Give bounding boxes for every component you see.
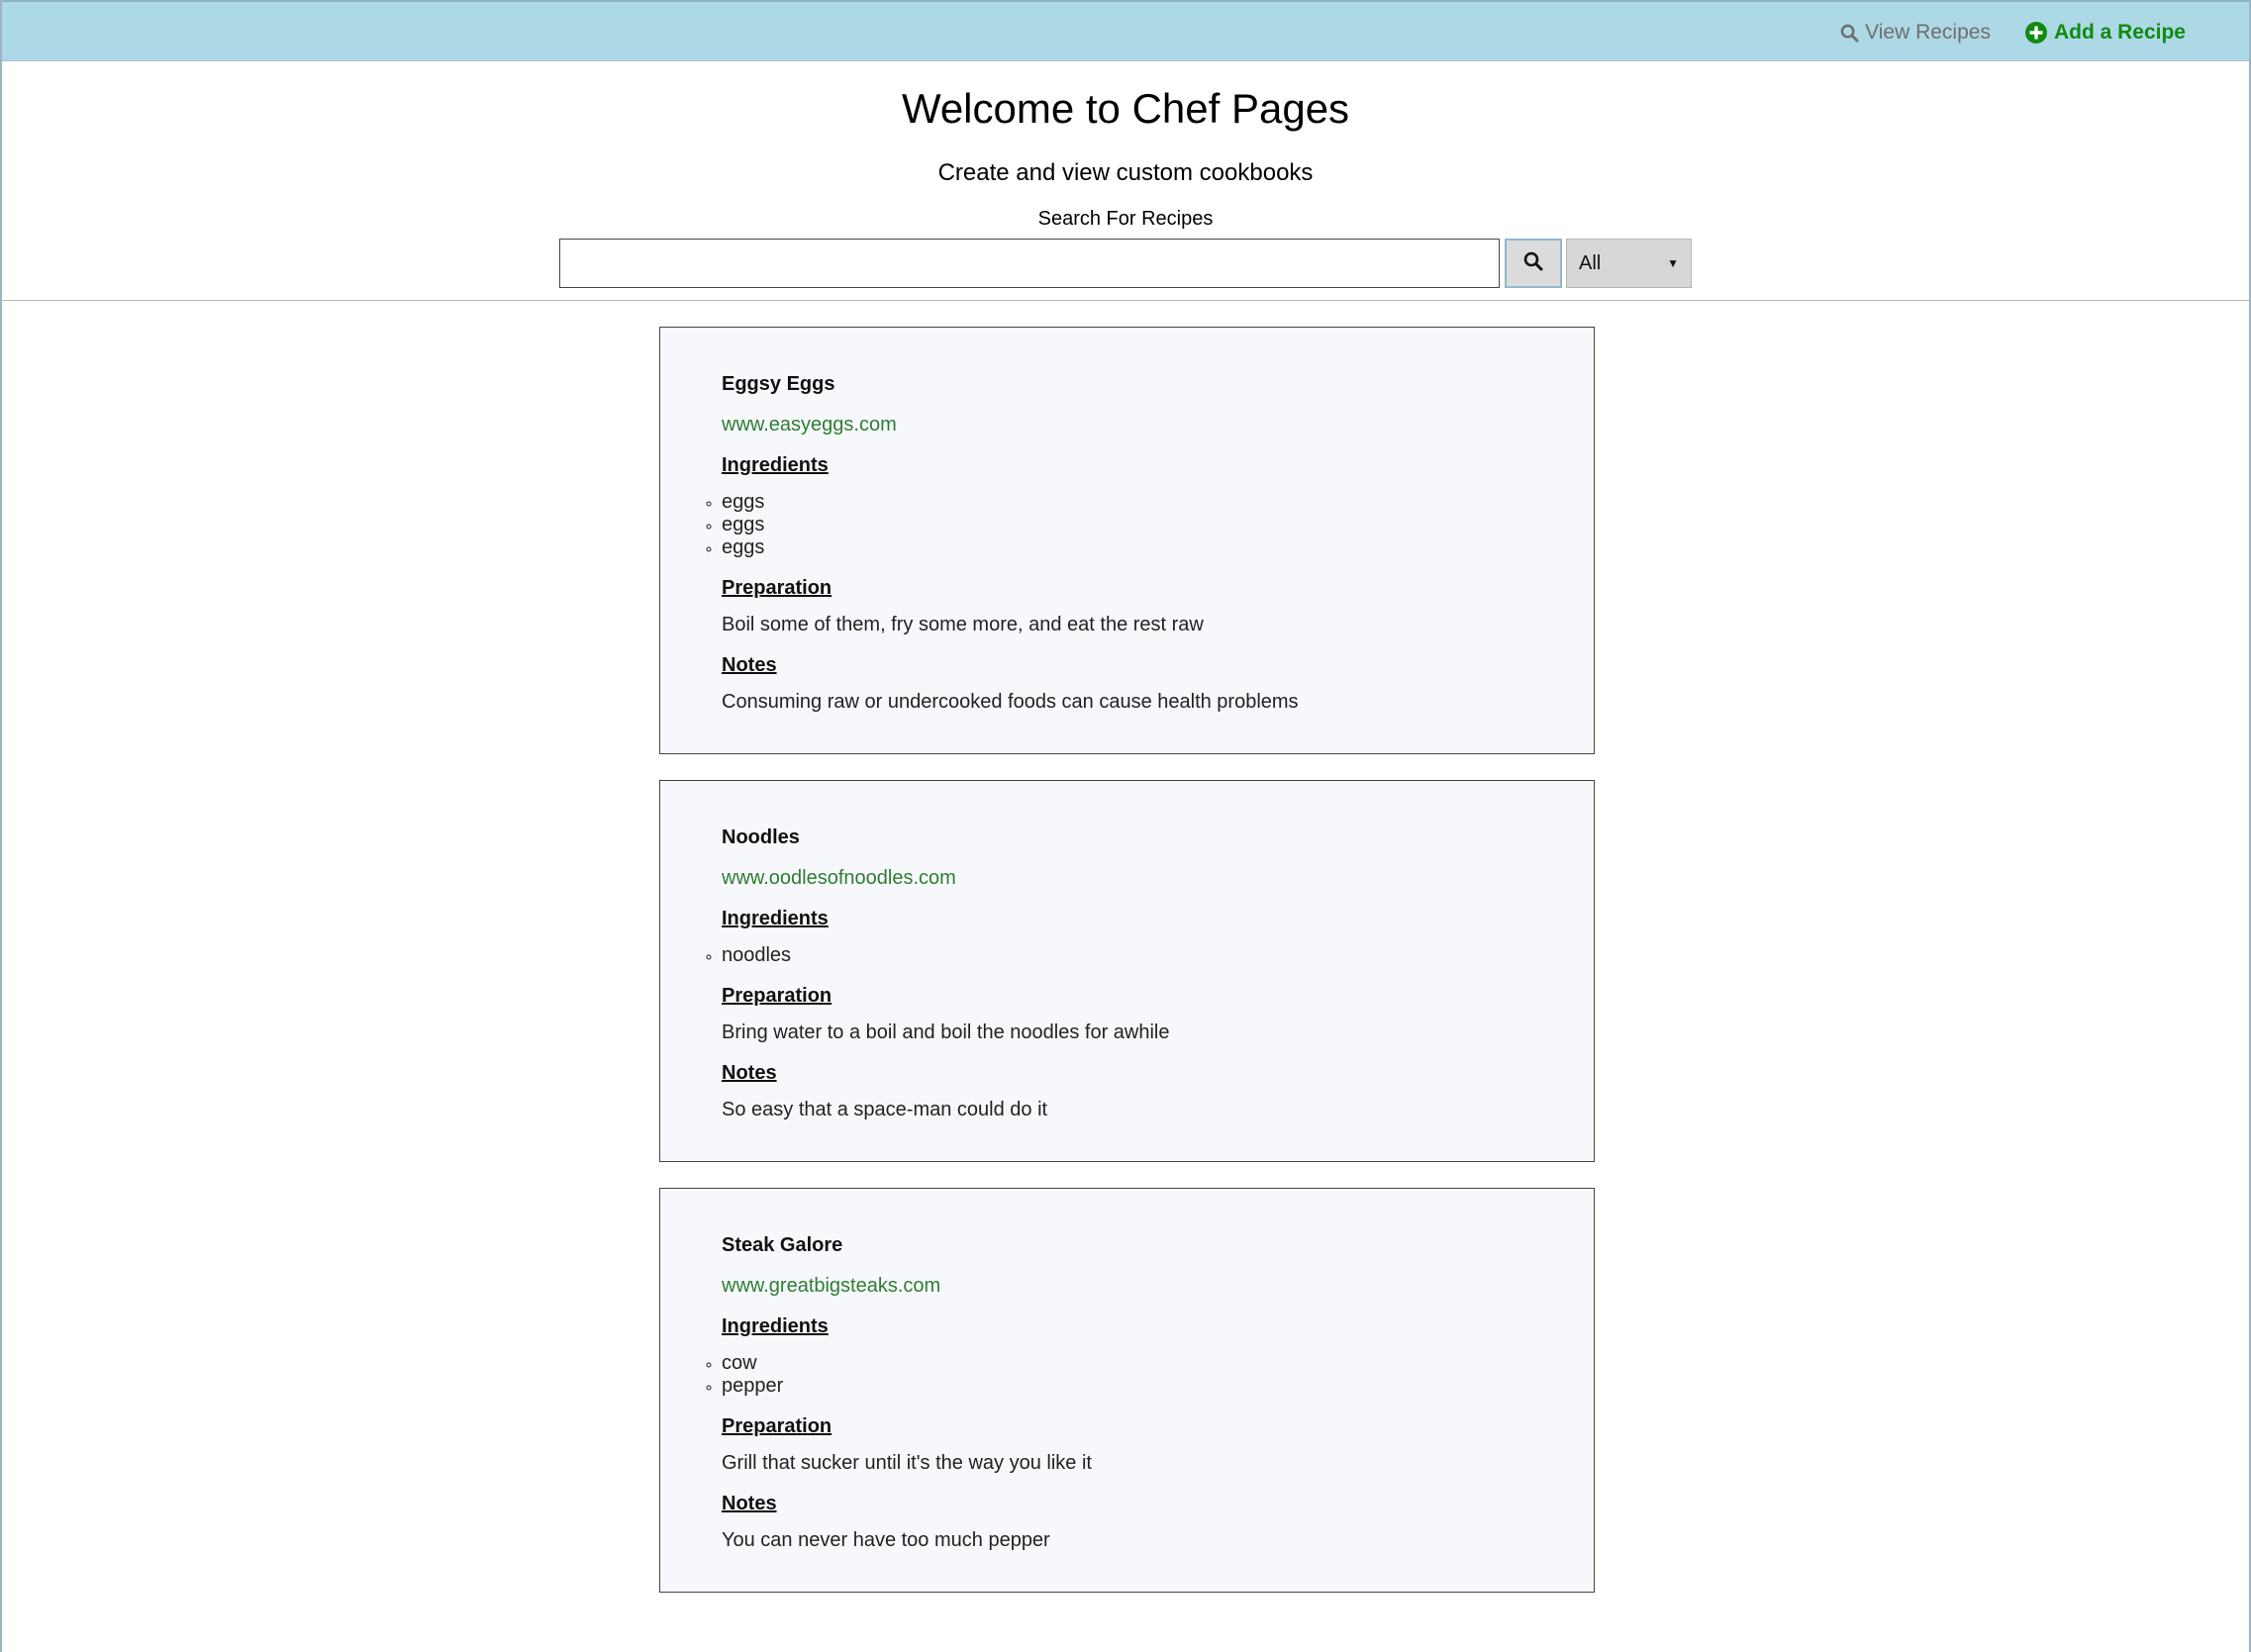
preparation-text: Bring water to a boil and boil the noodl… <box>722 1021 1170 1043</box>
ingredients-heading: Ingredients <box>722 908 829 929</box>
recipe-filter-select[interactable]: All ▼ <box>1566 239 1692 288</box>
view-recipes-link[interactable]: View Recipes <box>1840 21 1991 45</box>
ingredient-list: cow pepper <box>722 1352 1532 1398</box>
page-title: Welcome to Chef Pages <box>901 85 1350 132</box>
filter-selected-value: All <box>1579 251 1602 274</box>
nav-links: View Recipes Add a Recipe <box>1840 2 2186 63</box>
search-icon <box>1840 24 1859 43</box>
preparation-text: Boil some of them, fry some more, and ea… <box>722 614 1204 635</box>
preparation-heading: Preparation <box>722 1415 832 1437</box>
notes-heading: Notes <box>722 654 777 676</box>
preparation-text: Grill that sucker until it's the way you… <box>722 1452 1092 1474</box>
recipe-name: Eggsy Eggs <box>722 373 835 395</box>
page-subtitle: Create and view custom cookbooks <box>937 159 1314 186</box>
ingredient-list: eggs eggs eggs <box>722 491 1532 559</box>
recipe-link[interactable]: www.greatbigsteaks.com <box>722 1275 940 1298</box>
search-button[interactable] <box>1505 239 1562 288</box>
ingredients-heading: Ingredients <box>722 1315 829 1337</box>
notes-heading: Notes <box>722 1062 777 1084</box>
plus-circle-icon <box>2024 21 2048 45</box>
ingredient-item: noodles <box>722 944 1532 967</box>
search-label: Search For Recipes <box>1037 208 1214 230</box>
recipe-link[interactable]: www.oodlesofnoodles.com <box>722 867 956 890</box>
add-recipe-link[interactable]: Add a Recipe <box>2024 21 2186 45</box>
search-icon <box>1523 251 1543 276</box>
ingredient-item: eggs <box>722 514 1532 536</box>
recipe-name: Noodles <box>722 826 800 848</box>
caret-down-icon: ▼ <box>1667 256 1679 270</box>
recipe-link[interactable]: www.easyeggs.com <box>722 414 897 437</box>
view-recipes-label: View Recipes <box>1865 21 1991 44</box>
notes-text: You can never have too much pepper <box>722 1529 1050 1551</box>
search-input[interactable] <box>559 239 1500 288</box>
notes-heading: Notes <box>722 1493 777 1514</box>
recipe-card: Noodles www.oodlesofnoodles.com Ingredie… <box>659 780 1595 1162</box>
page-header: Welcome to Chef Pages Create and view cu… <box>2 61 2249 301</box>
ingredient-item: pepper <box>722 1375 1532 1398</box>
notes-text: Consuming raw or undercooked foods can c… <box>722 691 1299 713</box>
recipe-card: Steak Galore www.greatbigsteaks.com Ingr… <box>659 1188 1595 1593</box>
recipe-card: Eggsy Eggs www.easyeggs.com Ingredients … <box>659 327 1595 754</box>
add-recipe-label: Add a Recipe <box>2053 21 2186 44</box>
preparation-heading: Preparation <box>722 577 832 599</box>
page-frame: View Recipes Add a Recipe Welcome to Che… <box>0 0 2251 1652</box>
ingredient-list: noodles <box>722 944 1532 967</box>
ingredient-item: eggs <box>722 536 1532 559</box>
ingredients-heading: Ingredients <box>722 454 829 476</box>
ingredient-item: cow <box>722 1352 1532 1375</box>
top-navbar: View Recipes Add a Recipe <box>2 0 2249 61</box>
recipe-name: Steak Galore <box>722 1234 843 1256</box>
ingredient-item: eggs <box>722 491 1532 514</box>
preparation-heading: Preparation <box>722 985 832 1007</box>
recipe-list: Eggsy Eggs www.easyeggs.com Ingredients … <box>659 327 1595 1618</box>
notes-text: So easy that a space-man could do it <box>722 1099 1048 1120</box>
